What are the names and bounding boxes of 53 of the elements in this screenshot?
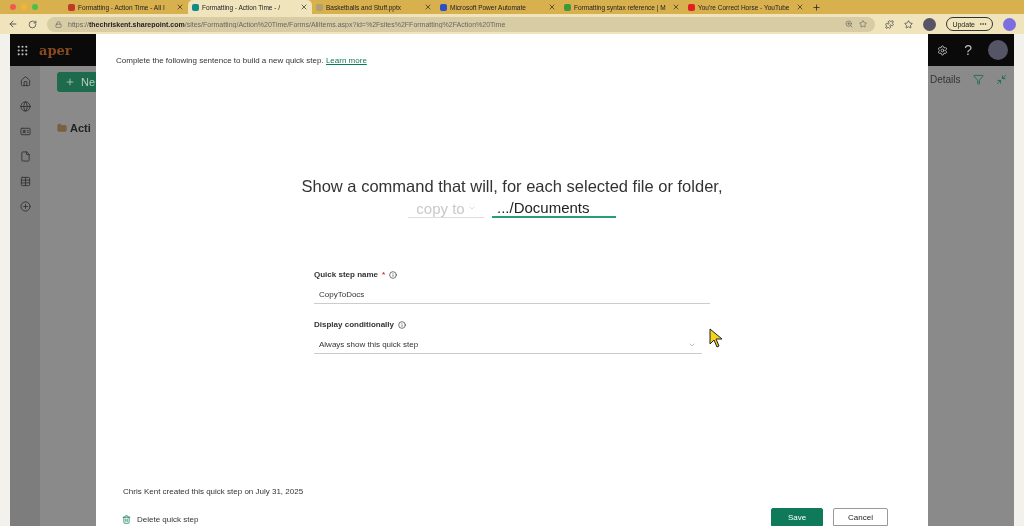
copilot-icon[interactable] [1003,17,1016,31]
help-icon[interactable]: ? [964,42,972,58]
cancel-button[interactable]: Cancel [833,508,888,526]
globe-icon [19,101,31,112]
close-window-icon[interactable] [10,4,16,10]
app-launcher-icon [16,43,29,57]
favorites-icon [904,19,914,29]
target-field[interactable]: .../Documents [492,199,616,218]
settings-icon [937,44,949,56]
save-button[interactable]: Save [771,508,823,526]
list-title: Acti [70,122,91,134]
avatar-icon[interactable] [923,17,937,31]
close-icon [424,3,432,11]
close-icon [300,3,308,11]
condition-dropdown[interactable]: Always show this quick step [314,336,702,354]
chevron-icon [467,204,476,212]
close-icon [176,3,184,11]
folder-icon [57,123,67,133]
close-icon [548,3,556,11]
site-logo: aper [39,42,72,58]
filter-icon [972,74,984,85]
learn-more-link[interactable]: Learn more [325,56,367,65]
required-mark: * [382,270,386,279]
back-icon [8,19,18,29]
new-tab-icon[interactable] [812,2,821,12]
info-icon [398,320,406,329]
home-icon [19,76,31,87]
file-icon [19,151,31,162]
cursor-icon [709,328,723,348]
refresh-icon [28,19,37,29]
field-label: Display conditionally [314,320,394,329]
plus-icon [65,77,75,87]
table-icon [19,176,31,187]
sentence-text: Show a command that will, for each selected file or folder, [300,177,724,196]
avatar-icon[interactable] [988,40,1008,60]
collapse-icon [995,74,1007,85]
name-field[interactable]: CopyToDocs [314,286,710,304]
dialog-subtitle: Complete the following sentence to build a new quick step. Learn more [116,56,368,65]
favorite-icon [859,20,868,28]
card-icon [19,126,31,137]
new-button[interactable]: Ne [57,72,96,92]
trash-icon [122,515,131,524]
field-label: Quick step name [314,270,379,279]
more-icon [979,20,987,28]
info-icon [389,270,398,279]
extensions-icon [885,19,895,29]
created-note: Chris Kent created this quick step on July 31, 2025 [122,487,305,496]
close-icon [672,3,680,11]
add-icon [19,201,31,212]
delete-button[interactable]: Delete quick step [116,515,199,526]
close-icon [796,3,804,11]
details-text[interactable]: Details [930,74,961,85]
zoom-icon [845,20,854,28]
